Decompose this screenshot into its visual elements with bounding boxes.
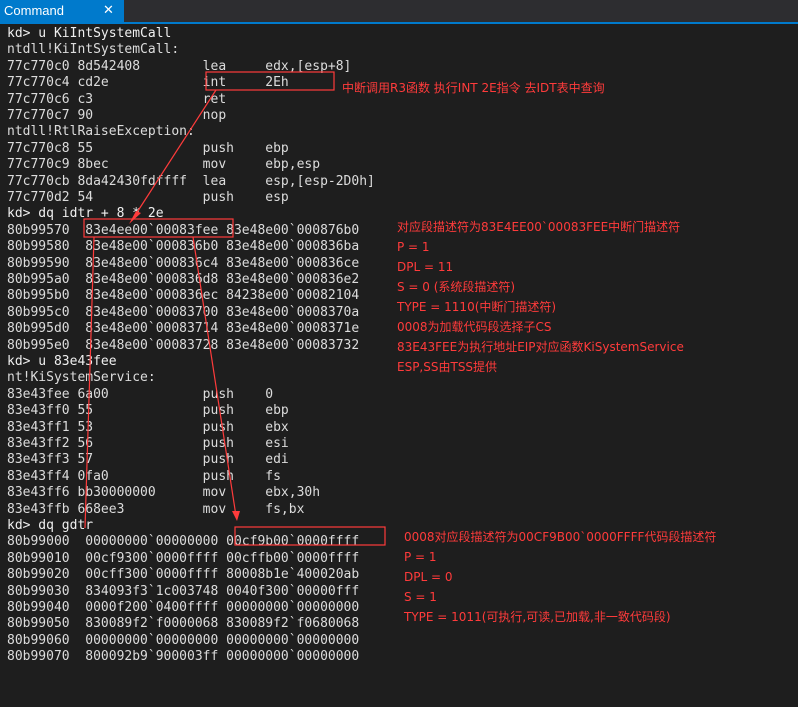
output-line: 83e43ff6 bb30000000 mov ebx,30h: [7, 485, 321, 501]
command-line: kd> dq gdtr: [7, 518, 94, 533]
annotation-gdt-line: S = 1: [404, 590, 437, 604]
annotation-idt-line: TYPE = 1110(中断门描述符): [397, 300, 557, 314]
tab-title: Command: [4, 3, 64, 18]
annotation-idt-line: P = 1: [397, 240, 430, 254]
output-line: 83e43ff1 53 push ebx: [7, 419, 289, 435]
output-line: 83e43ff3 57 push edi: [7, 452, 289, 468]
tab-bar: Command ✕: [0, 0, 798, 22]
annotation-idt-line: ESP,SS由TSS提供: [397, 360, 498, 374]
output-line: 77c770c0 8d542408 lea edx,[esp+8]: [7, 58, 352, 74]
output-line: ntdll!KiIntSystemCall:: [7, 42, 180, 58]
output-line: 77c770c4 cd2e int 2Eh: [7, 75, 289, 91]
output-line: 80b99070 800092b9`900003ff 00000000`0000…: [7, 649, 360, 665]
annotation-gdt-line: DPL = 0: [404, 570, 453, 584]
output-line: 77c770cb 8da42430fdffff lea esp,[esp-2D0…: [7, 173, 375, 189]
command-output[interactable]: kd> u KiIntSystemCall ntdll!KiIntSystemCa…: [0, 24, 798, 707]
output-line: 80b995d0 83e48e00`00083714 83e48e00`0008…: [7, 321, 360, 337]
output-line: 77c770c9 8bec mov ebp,esp: [7, 157, 321, 173]
output-line: 80b99060 00000000`00000000 00000000`0000…: [7, 632, 360, 648]
output-line: 80b99040 0000f200`0400ffff 00000000`0000…: [7, 600, 360, 615]
command-line: kd> u 83e43fee: [7, 354, 117, 369]
output-line: 80b995a0 83e48e00`000836d8 83e48e00`0008…: [7, 272, 360, 287]
output-line: nt!KiSystemService:: [7, 370, 156, 386]
output-line: 77c770d2 54 push esp: [7, 190, 289, 205]
output-line: 83e43ffb 668ee3 mov fs,bx: [7, 501, 305, 517]
output-line: 83e43ff0 55 push ebp: [7, 403, 289, 419]
command-line: kd> u KiIntSystemCall: [7, 26, 172, 41]
close-icon[interactable]: ✕: [103, 2, 114, 18]
output-line: 80b99020 00cff300`0000ffff 80008b1e`4000…: [7, 567, 360, 583]
output-line: 77c770c8 55 push ebp: [7, 140, 289, 156]
output-line: 80b995e0 83e48e00`00083728 83e48e00`0008…: [7, 337, 360, 353]
output-line: 77c770c7 90 nop: [7, 108, 227, 123]
output-line: 83e43ff2 56 push esi: [7, 436, 289, 451]
annotation-idt-line: 83E43FEE为执行地址EIP对应函数KiSystemService: [397, 340, 684, 354]
output-line: 80b995c0 83e48e00`00083700 83e48e00`0008…: [7, 304, 360, 320]
annotation-gdt-line: P = 1: [404, 550, 437, 564]
annotation-gdt-line: TYPE = 1011(可执行,可读,已加载,非一致代码段): [404, 610, 671, 624]
output-line: 83e43fee 6a00 push 0: [7, 386, 274, 402]
command-line: kd> dq idtr + 8 * 2e: [7, 206, 164, 222]
annotation-gdt-line: 0008对应段描述符为00CF9B00`0000FFFF代码段描述符: [404, 530, 717, 544]
tab-command[interactable]: Command ✕: [0, 0, 124, 22]
output-line: 80b99000 00000000`00000000 00cf9b00`0000…: [7, 534, 360, 550]
output-line: 80b99570 83e4ee00`00083fee 83e48e00`0008…: [7, 222, 360, 238]
annotation-idt-line: 对应段描述符为83E4EE00`00083FEE中断门描述符: [397, 220, 681, 234]
annotation-int: 中断调用R3函数 执行INT 2E指令 去IDT表中查询: [342, 81, 605, 95]
output-line: 83e43ff4 0fa0 push fs: [7, 468, 281, 484]
output-line: 80b99580 83e48e00`000836b0 83e48e00`0008…: [7, 239, 360, 255]
output-line: 80b99590 83e48e00`000836c4 83e48e00`0008…: [7, 255, 360, 271]
output-line: 80b99050 830089f2`f0000068 830089f2`f068…: [7, 616, 360, 632]
output-line: ntdll!RtlRaiseException:: [7, 124, 195, 140]
annotation-idt-line: 0008为加载代码段选择子CS: [397, 320, 552, 334]
output-line: 80b99030 834093f3`1c003748 0040f300`0000…: [7, 583, 360, 599]
output-line: 77c770c6 c3 ret: [7, 91, 227, 107]
output-line: 80b995b0 83e48e00`000836ec 84238e00`0008…: [7, 288, 360, 304]
output-line: 80b99010 00cf9300`0000ffff 00cffb00`0000…: [7, 550, 360, 566]
annotation-idt-line: S = 0 (系统段描述符): [397, 280, 516, 294]
annotation-idt-line: DPL = 11: [397, 260, 454, 274]
